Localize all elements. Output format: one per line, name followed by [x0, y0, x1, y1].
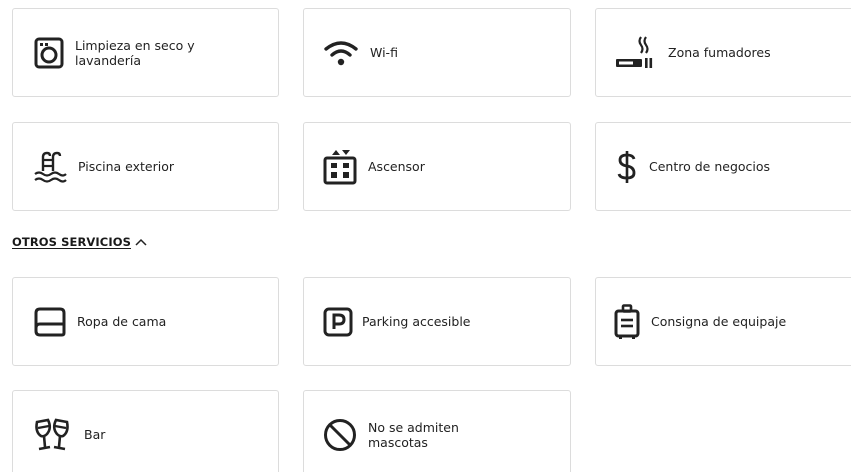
amenity-card-parking[interactable]: Parking accesible	[303, 277, 571, 366]
amenity-label: Limpieza en seco y lavandería	[75, 37, 195, 68]
amenity-label: Zona fumadores	[668, 45, 771, 60]
other-services-toggle[interactable]: OTROS SERVICIOS	[12, 235, 147, 249]
amenity-card-no-pets[interactable]: No se admiten mascotas	[303, 390, 571, 472]
amenity-label: Wi-fi	[370, 45, 398, 60]
wifi-icon	[323, 39, 359, 67]
parking-icon	[323, 307, 353, 337]
no-pets-icon	[323, 418, 357, 452]
amenity-label: Consigna de equipaje	[651, 314, 787, 329]
amenity-card-dry-cleaning[interactable]: Limpieza en seco y lavandería	[12, 8, 279, 97]
amenity-label: Piscina exterior	[78, 159, 175, 174]
amenity-label: Ascensor	[368, 159, 425, 174]
amenities-page: Limpieza en seco y lavandería Wi-fi Zona…	[0, 0, 851, 472]
amenity-label: Ropa de cama	[77, 314, 167, 329]
chevron-up-icon	[135, 238, 147, 246]
amenity-label: Centro de negocios	[649, 159, 771, 174]
luggage-icon	[614, 303, 640, 340]
amenity-label: No se admiten mascotas	[368, 419, 459, 450]
washing-machine-icon	[34, 37, 64, 69]
elevator-icon	[323, 149, 357, 185]
amenity-label: Parking accesible	[362, 314, 471, 329]
cheers-glasses-icon	[33, 418, 71, 452]
amenity-card-elevator[interactable]: Ascensor	[303, 122, 571, 211]
amenity-card-smoking[interactable]: Zona fumadores	[595, 8, 851, 97]
amenity-card-bed-linen[interactable]: Ropa de cama	[12, 277, 279, 366]
other-services-title: OTROS SERVICIOS	[12, 235, 131, 249]
amenity-label: Bar	[84, 427, 106, 442]
smoking-icon	[614, 35, 654, 71]
bed-linen-icon	[34, 307, 66, 337]
amenity-card-luggage-storage[interactable]: Consigna de equipaje	[595, 277, 851, 366]
pool-icon	[33, 151, 67, 183]
amenity-card-wifi[interactable]: Wi-fi	[303, 8, 571, 97]
amenity-card-business-center[interactable]: Centro de negocios	[595, 122, 851, 211]
dollar-icon	[616, 150, 638, 184]
amenity-card-bar[interactable]: Bar	[12, 390, 279, 472]
amenity-card-pool[interactable]: Piscina exterior	[12, 122, 279, 211]
